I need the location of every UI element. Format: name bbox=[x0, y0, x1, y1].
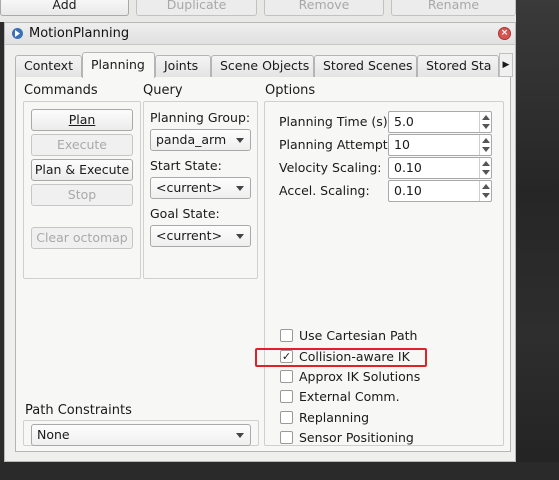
velocity-scaling-spinbox[interactable]: 0.10 bbox=[388, 157, 492, 179]
planning-time-spinbox[interactable]: 5.0 bbox=[388, 111, 492, 133]
checkbox-label: Sensor Positioning bbox=[299, 430, 414, 445]
plan-button-label: Plan bbox=[68, 112, 96, 127]
planning-attempts-spinbox[interactable]: 10 bbox=[388, 134, 492, 156]
planning-attempts-value: 10 bbox=[394, 137, 410, 152]
add-button[interactable]: Add bbox=[0, 0, 129, 16]
accel-scaling-value: 0.10 bbox=[394, 183, 422, 198]
tab-bar: Context Planning Joints Scene Objects St… bbox=[15, 52, 513, 78]
chevron-down-icon bbox=[236, 138, 244, 143]
tab-context[interactable]: Context bbox=[15, 55, 82, 77]
path-constraints-value: None bbox=[37, 427, 70, 442]
tab-stored-scenes[interactable]: Stored Scenes bbox=[314, 55, 417, 77]
close-icon[interactable]: × bbox=[498, 27, 511, 40]
velocity-scaling-value: 0.10 bbox=[394, 160, 422, 175]
velocity-scaling-label: Velocity Scaling: bbox=[279, 160, 382, 175]
goal-state-select[interactable]: <current> bbox=[150, 225, 251, 247]
top-button-strip: Add Duplicate Remove Rename bbox=[0, 0, 516, 22]
plan-and-execute-label: Plan & Execute bbox=[34, 162, 130, 177]
options-heading: Options bbox=[265, 83, 316, 98]
tab-scene-objects[interactable]: Scene Objects bbox=[211, 55, 314, 77]
execute-button[interactable]: Execute bbox=[31, 134, 133, 156]
tab-scroll-right-icon[interactable]: ▶ bbox=[499, 53, 513, 77]
accel-scaling-spinbox[interactable]: 0.10 bbox=[388, 180, 492, 202]
path-constraints-heading: Path Constraints bbox=[25, 403, 132, 418]
start-state-select[interactable]: <current> bbox=[150, 177, 251, 199]
accel-scaling-label: Accel. Scaling: bbox=[279, 183, 370, 198]
planning-tab-content: Commands Plan Execute Plan & Execute Sto… bbox=[15, 77, 511, 452]
goal-state-value: <current> bbox=[156, 228, 223, 243]
spin-arrows-icon[interactable] bbox=[479, 158, 491, 178]
start-state-label: Start State: bbox=[150, 158, 222, 173]
planning-group-label: Planning Group: bbox=[150, 110, 251, 125]
start-state-value: <current> bbox=[156, 180, 223, 195]
plan-button[interactable]: Plan bbox=[31, 109, 133, 131]
spin-arrows-icon[interactable] bbox=[479, 135, 491, 155]
stop-button[interactable]: Stop bbox=[31, 184, 133, 206]
planning-time-value: 5.0 bbox=[394, 114, 414, 129]
chevron-down-icon bbox=[236, 186, 244, 191]
checkbox-label: Approx IK Solutions bbox=[299, 369, 421, 384]
stop-button-label: Stop bbox=[67, 187, 97, 202]
motion-planning-panel: MotionPlanning × Context Planning Joints… bbox=[4, 22, 516, 462]
panel-titlebar: MotionPlanning × bbox=[5, 23, 515, 45]
clear-octomap-button[interactable]: Clear octomap bbox=[31, 227, 133, 249]
background-bottom bbox=[0, 462, 559, 480]
planning-group-select[interactable]: panda_arm bbox=[150, 129, 251, 151]
checkbox-box[interactable] bbox=[280, 390, 293, 403]
execute-button-label: Execute bbox=[57, 137, 107, 152]
clear-octomap-label: Clear octomap bbox=[36, 230, 128, 245]
remove-button[interactable]: Remove bbox=[264, 0, 384, 16]
checkbox-box[interactable] bbox=[280, 329, 293, 342]
tab-joints[interactable]: Joints bbox=[155, 55, 211, 77]
planning-time-label: Planning Time (s): bbox=[279, 114, 392, 129]
panel-title: MotionPlanning bbox=[29, 26, 130, 41]
checkbox-box[interactable] bbox=[280, 431, 293, 444]
planning-attempts-label: Planning Attempts: bbox=[279, 137, 399, 152]
tab-planning[interactable]: Planning bbox=[82, 52, 155, 78]
duplicate-button[interactable]: Duplicate bbox=[136, 0, 257, 16]
background-right bbox=[516, 0, 559, 480]
goal-state-label: Goal State: bbox=[150, 206, 220, 221]
chevron-down-icon bbox=[236, 234, 244, 239]
spin-arrows-icon[interactable] bbox=[479, 112, 491, 132]
plan-and-execute-button[interactable]: Plan & Execute bbox=[31, 159, 133, 181]
spin-arrows-icon[interactable] bbox=[479, 181, 491, 201]
rename-button[interactable]: Rename bbox=[391, 0, 516, 16]
checkbox-box[interactable] bbox=[280, 411, 293, 424]
motion-planning-icon bbox=[11, 27, 24, 40]
annotation-highlight-box bbox=[255, 348, 427, 367]
query-heading: Query bbox=[143, 83, 183, 98]
commands-heading: Commands bbox=[24, 83, 98, 98]
checkbox-box[interactable] bbox=[280, 370, 293, 383]
path-constraints-select[interactable]: None bbox=[31, 424, 251, 446]
planning-group-value: panda_arm bbox=[156, 132, 227, 147]
checkbox-label: Use Cartesian Path bbox=[299, 328, 418, 343]
checkbox-label: External Comm. bbox=[299, 389, 400, 404]
tab-stored-states[interactable]: Stored Sta bbox=[417, 55, 499, 77]
chevron-down-icon bbox=[236, 433, 244, 438]
checkbox-label: Replanning bbox=[299, 410, 370, 425]
